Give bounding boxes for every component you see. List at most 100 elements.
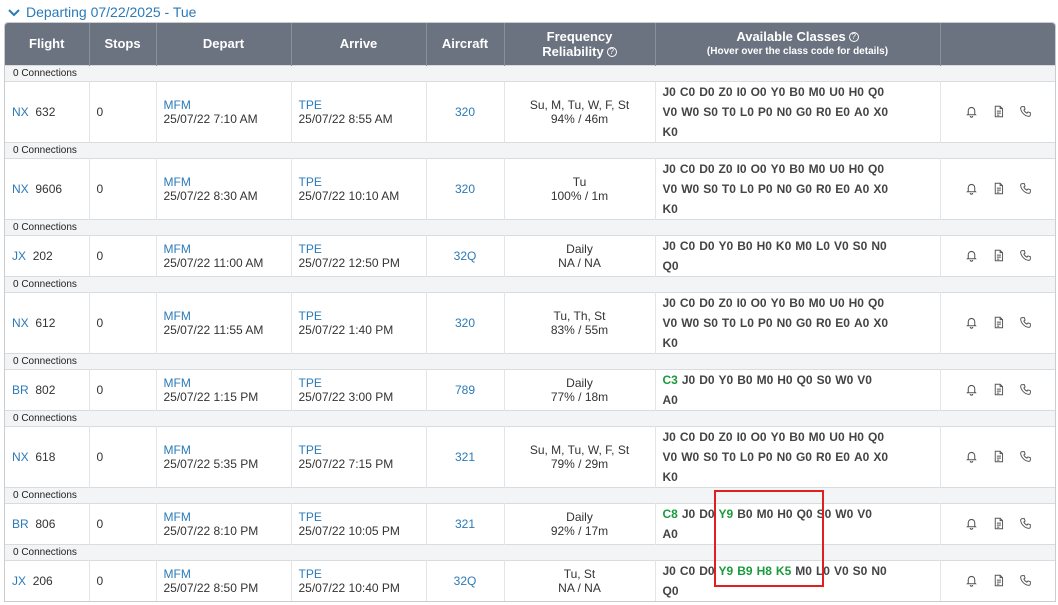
class-code[interactable]: J0 (663, 85, 676, 99)
arrive-airport-link[interactable]: TPE (299, 175, 322, 189)
airline-code-link[interactable]: BR (12, 383, 29, 397)
class-code[interactable]: N0 (871, 564, 886, 578)
class-code[interactable]: X0 (873, 450, 888, 464)
class-code[interactable]: J0 (663, 162, 676, 176)
document-icon[interactable] (992, 316, 1005, 329)
depart-airport-link[interactable]: MFM (164, 567, 191, 581)
class-code[interactable]: W0 (681, 450, 699, 464)
class-code[interactable]: G0 (796, 450, 812, 464)
class-code[interactable]: I0 (737, 430, 747, 444)
class-code[interactable]: H0 (849, 85, 864, 99)
class-code[interactable]: L0 (740, 182, 754, 196)
class-code[interactable]: Q0 (868, 85, 884, 99)
phone-icon[interactable] (1019, 105, 1032, 118)
airline-code-link[interactable]: NX (12, 105, 29, 119)
class-code[interactable]: Y0 (771, 296, 786, 310)
arrive-airport-link[interactable]: TPE (299, 376, 322, 390)
table-row[interactable]: JX 206 0 MFM 25/07/22 8:50 PM TPE 25/07/22… (5, 559, 1055, 601)
class-code[interactable]: P0 (758, 105, 773, 119)
class-code[interactable]: Y0 (719, 373, 734, 387)
class-code[interactable]: Q0 (797, 507, 813, 521)
phone-icon[interactable] (1019, 383, 1032, 396)
arrive-airport-link[interactable]: TPE (299, 242, 322, 256)
class-code[interactable]: A0 (854, 182, 869, 196)
bell-icon[interactable] (965, 249, 978, 262)
depart-airport-link[interactable]: MFM (164, 309, 191, 323)
class-code[interactable]: M0 (757, 373, 774, 387)
class-code[interactable]: D0 (699, 564, 714, 578)
class-code[interactable]: K5 (776, 564, 791, 578)
phone-icon[interactable] (1019, 316, 1032, 329)
class-code[interactable]: L0 (816, 239, 830, 253)
class-code[interactable]: Y9 (719, 507, 734, 521)
class-code[interactable]: N0 (777, 316, 792, 330)
class-code[interactable]: B0 (737, 239, 752, 253)
class-code[interactable]: M0 (809, 430, 826, 444)
class-code[interactable]: T0 (722, 182, 736, 196)
class-code[interactable]: K0 (663, 470, 678, 484)
arrive-airport-link[interactable]: TPE (299, 510, 322, 524)
class-code[interactable]: V0 (663, 105, 678, 119)
depart-airport-link[interactable]: MFM (164, 242, 191, 256)
class-code[interactable]: R0 (816, 105, 831, 119)
class-code[interactable]: D0 (699, 373, 714, 387)
class-code[interactable]: A0 (663, 393, 678, 407)
class-code[interactable]: D0 (699, 430, 714, 444)
table-row[interactable]: NX 618 0 MFM 25/07/22 5:35 PM TPE 25/07/22… (5, 425, 1055, 487)
depart-airport-link[interactable]: MFM (164, 175, 191, 189)
airline-code-link[interactable]: BR (12, 517, 29, 531)
arrive-airport-link[interactable]: TPE (299, 98, 322, 112)
class-code[interactable]: E0 (835, 182, 850, 196)
phone-icon[interactable] (1019, 574, 1032, 587)
aircraft-link[interactable]: 320 (455, 316, 475, 330)
class-code[interactable]: J0 (682, 373, 695, 387)
aircraft-link[interactable]: 32Q (454, 574, 477, 588)
bell-icon[interactable] (965, 316, 978, 329)
class-code[interactable]: Q0 (663, 259, 679, 273)
class-code[interactable]: X0 (873, 105, 888, 119)
class-code[interactable]: Q0 (868, 162, 884, 176)
bell-icon[interactable] (965, 517, 978, 530)
document-icon[interactable] (992, 249, 1005, 262)
class-code[interactable]: A0 (854, 105, 869, 119)
class-code[interactable]: Y0 (771, 430, 786, 444)
class-code[interactable]: J0 (682, 507, 695, 521)
help-icon[interactable]: ? (606, 47, 617, 58)
class-code[interactable]: G0 (796, 105, 812, 119)
class-code[interactable]: D0 (699, 507, 714, 521)
arrive-airport-link[interactable]: TPE (299, 567, 322, 581)
class-code[interactable]: P0 (758, 316, 773, 330)
aircraft-link[interactable]: 789 (455, 383, 475, 397)
bell-icon[interactable] (965, 182, 978, 195)
class-code[interactable]: N0 (777, 450, 792, 464)
class-code[interactable]: H8 (757, 564, 772, 578)
table-row[interactable]: NX 632 0 MFM 25/07/22 7:10 AM TPE 25/07/22… (5, 80, 1055, 142)
class-code[interactable]: E0 (835, 450, 850, 464)
class-code[interactable]: G0 (796, 182, 812, 196)
class-code[interactable]: Z0 (719, 85, 733, 99)
class-code[interactable]: U0 (829, 162, 844, 176)
class-code[interactable]: V0 (834, 239, 849, 253)
class-code[interactable]: M0 (809, 85, 826, 99)
class-code[interactable]: O0 (751, 162, 767, 176)
class-code[interactable]: U0 (829, 296, 844, 310)
class-code[interactable]: M0 (757, 507, 774, 521)
depart-airport-link[interactable]: MFM (164, 510, 191, 524)
class-code[interactable]: Y0 (719, 239, 734, 253)
class-code[interactable]: H0 (849, 430, 864, 444)
class-code[interactable]: W0 (681, 182, 699, 196)
class-code[interactable]: M0 (795, 239, 812, 253)
class-code[interactable]: Z0 (719, 430, 733, 444)
class-code[interactable]: S0 (703, 182, 718, 196)
class-code[interactable]: B0 (737, 507, 752, 521)
class-code[interactable]: M0 (795, 564, 812, 578)
document-icon[interactable] (992, 517, 1005, 530)
class-code[interactable]: H0 (849, 162, 864, 176)
bell-icon[interactable] (965, 383, 978, 396)
class-code[interactable]: V0 (663, 450, 678, 464)
class-code[interactable]: A0 (854, 316, 869, 330)
phone-icon[interactable] (1019, 182, 1032, 195)
class-code[interactable]: Q0 (868, 430, 884, 444)
document-icon[interactable] (992, 450, 1005, 463)
aircraft-link[interactable]: 321 (455, 450, 475, 464)
